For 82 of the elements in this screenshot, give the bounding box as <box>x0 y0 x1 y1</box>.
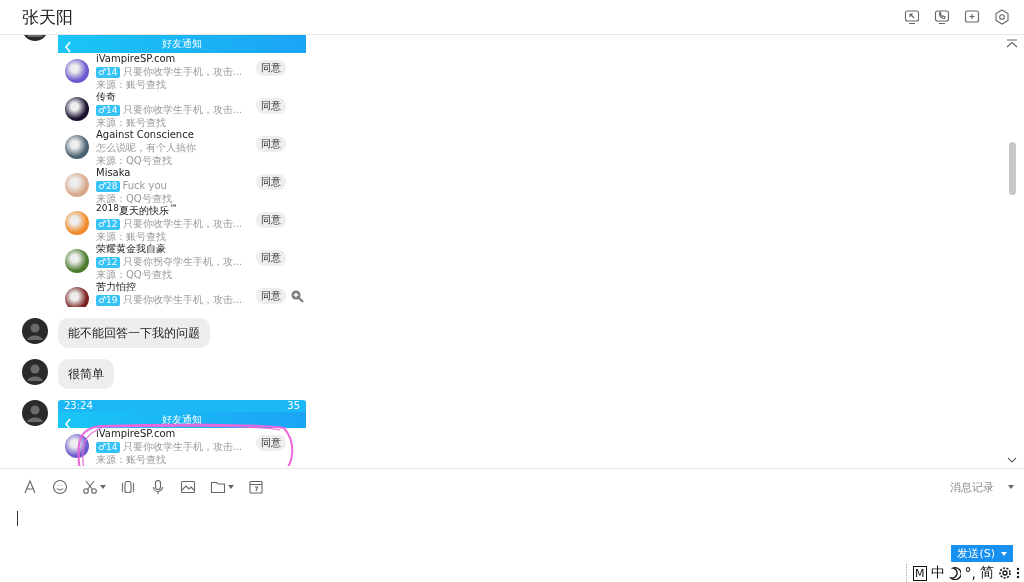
contact-name: iVampireSP.com <box>96 53 177 65</box>
scrollbar-thumb[interactable] <box>1009 142 1016 195</box>
ime-mode-key[interactable]: M <box>913 565 927 581</box>
folder-icon[interactable] <box>210 479 226 495</box>
request-source: 来源：账号查找 <box>96 454 167 466</box>
agree-button[interactable]: 同意 <box>256 435 286 451</box>
zoom-in-icon[interactable] <box>290 289 304 303</box>
ime-option[interactable]: °, <box>964 565 976 581</box>
contact-name: 传奇 <box>96 91 117 103</box>
text-cursor <box>17 511 18 526</box>
add-member-icon[interactable] <box>964 9 980 25</box>
request-source: 来源：账号查找 <box>96 117 167 129</box>
screen-title: 好友通知 <box>161 37 203 51</box>
ime-option[interactable]: 简 <box>980 564 994 582</box>
agree-button[interactable]: 同意 <box>256 212 286 228</box>
request-source: 来源：QQ号查找 <box>96 193 173 205</box>
age-tag: ♂19 <box>96 294 120 306</box>
history-link[interactable]: 消息记录 <box>950 479 994 495</box>
emoji-icon[interactable] <box>52 479 68 495</box>
request-message: 只要你收学生手机，攻击... <box>122 218 243 230</box>
caret-icon[interactable] <box>1008 485 1014 489</box>
contact-name: Misaka <box>96 167 132 179</box>
request-source: 来源：QQ号查找 <box>96 269 173 281</box>
agree-button[interactable]: 同意 <box>256 174 286 190</box>
shake-icon[interactable] <box>120 479 136 495</box>
phone-icon[interactable] <box>934 9 950 25</box>
avatar[interactable] <box>22 400 48 426</box>
contact-name: 荣耀黄金我自豪 <box>96 243 167 255</box>
avatar <box>65 173 89 197</box>
screen-title: 好友通知 <box>161 413 203 427</box>
moon-icon[interactable] <box>948 566 961 580</box>
more-icon[interactable] <box>1016 567 1020 579</box>
request-source: 来源：QQ号查找 <box>96 155 173 167</box>
calendar-icon[interactable] <box>248 479 264 495</box>
request-message: 只要你收学生手机，攻击... <box>122 66 243 78</box>
caret-icon[interactable] <box>228 485 234 489</box>
request-message: Fuck you <box>122 180 167 192</box>
contact-name: 苦力怕控 <box>96 281 137 293</box>
request-message: 只要你收学生手机，攻击... <box>122 441 243 453</box>
request-source: 来源：账号查找 <box>96 231 167 243</box>
agree-button[interactable]: 同意 <box>256 250 286 266</box>
agree-button[interactable]: 同意 <box>256 136 286 152</box>
avatar <box>65 135 89 159</box>
request-message: 只要你收学生手机，攻击... <box>122 104 243 116</box>
age-tag: ♂28 <box>96 180 120 192</box>
caret-icon[interactable] <box>1001 551 1007 556</box>
screen-share-icon[interactable] <box>904 9 920 25</box>
contact-title: 张天阳 <box>22 5 73 29</box>
avatar <box>65 249 89 273</box>
age-tag: ♂14 <box>96 441 120 453</box>
avatar <box>65 97 89 121</box>
avatar <box>65 211 89 235</box>
age-tag: ♂12 <box>96 256 120 268</box>
ime-option[interactable]: 中 <box>930 564 945 582</box>
contact-name: iVampireSP.com <box>96 428 177 440</box>
avatar <box>65 287 89 307</box>
battery-level: 35 <box>287 400 300 412</box>
status-time: 23:24 <box>64 400 93 412</box>
scissors-icon[interactable] <box>82 479 98 495</box>
age-tag: ♂12 <box>96 218 120 230</box>
contact-name: Against Conscience <box>96 129 195 141</box>
avatar[interactable] <box>22 318 48 344</box>
avatar <box>65 59 89 83</box>
message-bubble: 能不能回答一下我的问题 <box>58 318 210 348</box>
age-tag: ♂14 <box>96 66 120 78</box>
microphone-icon[interactable] <box>150 479 166 495</box>
agree-button[interactable]: 同意 <box>256 60 286 76</box>
contact-name: $^{2018}$夏天的快乐$^{™}$ <box>96 205 179 217</box>
request-message: 只要你收学生手机，攻击... <box>122 294 243 306</box>
screenshot-image[interactable]: 23:24 35 好友通知 iVampireSP.com ♂14 只要你收学生手机，攻击... 来源：账号查找 同意 <box>58 400 306 466</box>
agree-button[interactable]: 同意 <box>256 98 286 114</box>
message-bubble: 很简单 <box>58 359 114 389</box>
settings-icon[interactable] <box>998 566 1012 580</box>
request-source: 来源：账号查找 <box>96 79 167 91</box>
avatar[interactable] <box>22 359 48 385</box>
image-icon[interactable] <box>180 479 196 495</box>
agree-button[interactable]: 同意 <box>256 288 286 304</box>
request-message: 怎么说呢，有个人搞你 <box>96 142 196 154</box>
request-message: 只要你拐夺学生手机，攻... <box>122 256 243 268</box>
age-tag: ♂14 <box>96 104 120 116</box>
font-icon[interactable] <box>22 479 38 495</box>
caret-icon[interactable] <box>100 485 106 489</box>
